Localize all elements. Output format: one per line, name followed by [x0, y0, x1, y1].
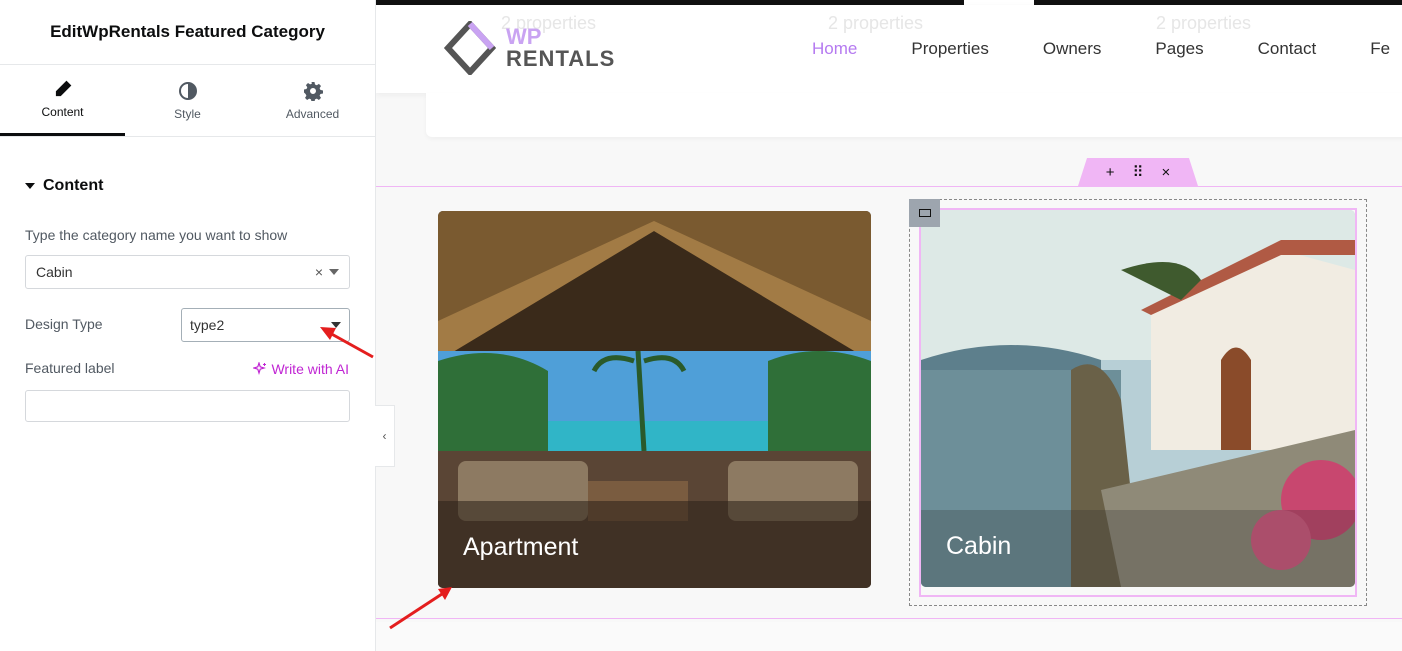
- featured-label-input[interactable]: [25, 390, 350, 422]
- main-nav: Home Properties Owners Pages Contact Fe: [812, 39, 1402, 59]
- apartment-photo: [438, 211, 871, 588]
- tab-content-label: Content: [41, 105, 84, 119]
- category-select[interactable]: Cabin ×: [25, 255, 350, 289]
- category-field-label: Type the category name you want to show: [25, 227, 288, 243]
- tab-advanced-label: Advanced: [285, 106, 340, 121]
- design-type-label: Design Type: [25, 316, 103, 332]
- content-section-toggle[interactable]: Content: [0, 137, 375, 195]
- panel-header: EditWpRentals Featured Category: [0, 0, 375, 65]
- nav-properties[interactable]: Properties: [911, 39, 988, 59]
- category-select-value: Cabin: [36, 264, 73, 280]
- chevron-down-icon[interactable]: [329, 269, 339, 275]
- tab-style-label: Style: [174, 106, 201, 121]
- site-header: 2 properties 2 properties 2 properties W…: [376, 5, 1402, 93]
- section-toolbar: + ⠿ ×: [1078, 158, 1198, 186]
- column-handle[interactable]: [909, 199, 940, 227]
- chevron-left-icon: ‹: [382, 429, 387, 443]
- nav-pages[interactable]: Pages: [1155, 39, 1203, 59]
- ghost-text: 2 properties: [1156, 13, 1252, 33]
- page-preview: 2 properties 2 properties 2 properties W…: [376, 0, 1402, 651]
- design-type-select[interactable]: type2: [181, 308, 350, 342]
- nav-contact[interactable]: Contact: [1258, 39, 1317, 59]
- collapse-panel-button[interactable]: ‹: [375, 405, 395, 467]
- ghost-text: 2 properties: [828, 13, 924, 33]
- nav-owners[interactable]: Owners: [1043, 39, 1102, 59]
- gear-icon: [303, 81, 323, 101]
- search-card-edge: [426, 93, 1402, 137]
- site-logo[interactable]: WP RENTALS: [444, 21, 615, 75]
- featured-label-label: Featured label: [25, 360, 115, 376]
- column-icon: [918, 209, 931, 217]
- section-title: Content: [43, 177, 104, 194]
- write-with-ai-button[interactable]: Write with AI: [253, 361, 349, 377]
- logo-diamond-icon: [444, 21, 496, 75]
- nav-features[interactable]: Fe: [1370, 39, 1390, 59]
- widget-selected-outline: [919, 208, 1357, 597]
- add-section-icon[interactable]: +: [1106, 164, 1115, 181]
- tab-content[interactable]: Content: [0, 65, 125, 136]
- caret-down-icon: [25, 183, 35, 189]
- chevron-down-icon: [331, 322, 341, 328]
- category-card-apartment[interactable]: Apartment: [438, 211, 871, 588]
- nav-home[interactable]: Home: [812, 39, 857, 59]
- next-section-edge: [376, 622, 1402, 651]
- clear-icon[interactable]: ×: [315, 264, 323, 280]
- drag-handle-icon[interactable]: ⠿: [1133, 163, 1144, 181]
- panel-title: EditWpRentals Featured Category: [50, 22, 325, 41]
- delete-section-icon[interactable]: ×: [1162, 164, 1171, 181]
- write-with-ai-label: Write with AI: [271, 361, 349, 377]
- card-label-apartment: Apartment: [463, 533, 579, 561]
- logo-rentals: RENTALS: [506, 46, 616, 71]
- logo-wp: WP: [506, 24, 542, 49]
- sparkle-icon: [253, 362, 267, 375]
- half-circle-icon: [178, 81, 197, 100]
- editor-panel: EditWpRentals Featured Category Content …: [0, 0, 376, 651]
- tab-advanced[interactable]: Advanced: [250, 65, 375, 136]
- tab-style[interactable]: Style: [125, 65, 250, 136]
- design-type-value: type2: [190, 317, 225, 333]
- pencil-icon: [55, 80, 71, 97]
- panel-tabs: Content Style Advanced: [0, 65, 375, 137]
